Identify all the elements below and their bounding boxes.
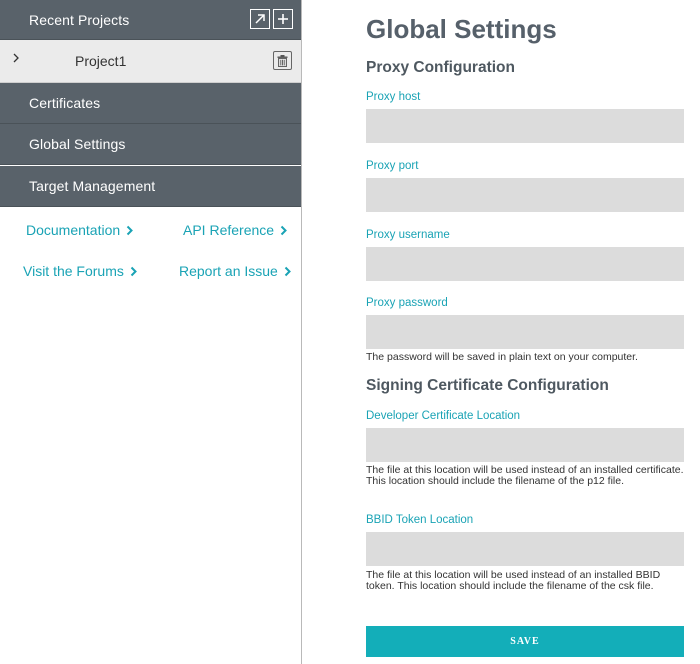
bbid-token-location-help: The file at this location will be used i… [366,569,661,592]
proxy-username-label: Proxy username [366,229,450,241]
sidebar-item-label: Global Settings [29,136,126,152]
link-label: API Reference [183,222,275,238]
sidebar-item-global-settings[interactable]: Global Settings [0,124,301,165]
chevron-right-icon [284,266,291,276]
recent-projects-actions [250,9,293,29]
bbid-token-location-input[interactable] [366,532,684,566]
proxy-password-input[interactable] [366,315,684,349]
chevron-right-icon [280,225,287,235]
link-label: Documentation [26,222,121,238]
sidebar-item-certificates[interactable]: Certificates [0,83,301,124]
dev-cert-location-label: Developer Certificate Location [366,410,521,422]
documentation-link[interactable]: Documentation [26,222,134,238]
page-title: Global Settings [366,14,557,44]
save-button[interactable]: SAVE [366,626,684,657]
bbid-token-location-label: BBID Token Location [366,514,474,526]
chevron-right-icon [126,225,134,235]
sidebar-item-label: Certificates [29,95,101,111]
proxy-host-label: Proxy host [366,91,421,103]
proxy-host-input[interactable] [366,109,684,143]
proxy-password-label: Proxy password [366,297,448,309]
report-issue-link[interactable]: Report an Issue [179,263,291,279]
proxy-username-input[interactable] [366,247,684,281]
link-label: Report an Issue [179,263,278,279]
project-name[interactable]: Project1 [75,53,126,69]
api-reference-link[interactable]: API Reference [183,222,287,238]
sidebar-item-target-management[interactable]: Target Management [0,166,301,207]
trash-icon [277,54,288,67]
open-project-button[interactable] [250,9,270,29]
dev-cert-location-input[interactable] [366,428,684,462]
dev-cert-location-help: The file at this location will be used i… [366,464,684,487]
recent-projects-header: Recent Projects [0,0,301,40]
proxy-port-input[interactable] [366,178,684,212]
external-link-icon [255,14,265,24]
proxy-port-label: Proxy port [366,160,419,172]
forums-link[interactable]: Visit the Forums [23,263,137,279]
project-item[interactable]: Project1 [0,40,301,83]
signing-section-title: Signing Certificate Configuration [366,377,609,394]
add-project-button[interactable] [273,9,293,29]
sidebar: Recent Projects Project1 Certificates Gl… [0,0,302,664]
proxy-password-help: The password will be saved in plain text… [366,351,638,363]
sidebar-item-label: Target Management [29,178,156,194]
recent-projects-label: Recent Projects [29,11,130,28]
link-label: Visit the Forums [23,263,124,279]
chevron-right-icon [130,266,137,276]
plus-icon [278,14,288,24]
delete-project-button[interactable] [273,51,292,70]
proxy-section-title: Proxy Configuration [366,59,515,76]
chevron-right-icon[interactable] [12,51,20,67]
